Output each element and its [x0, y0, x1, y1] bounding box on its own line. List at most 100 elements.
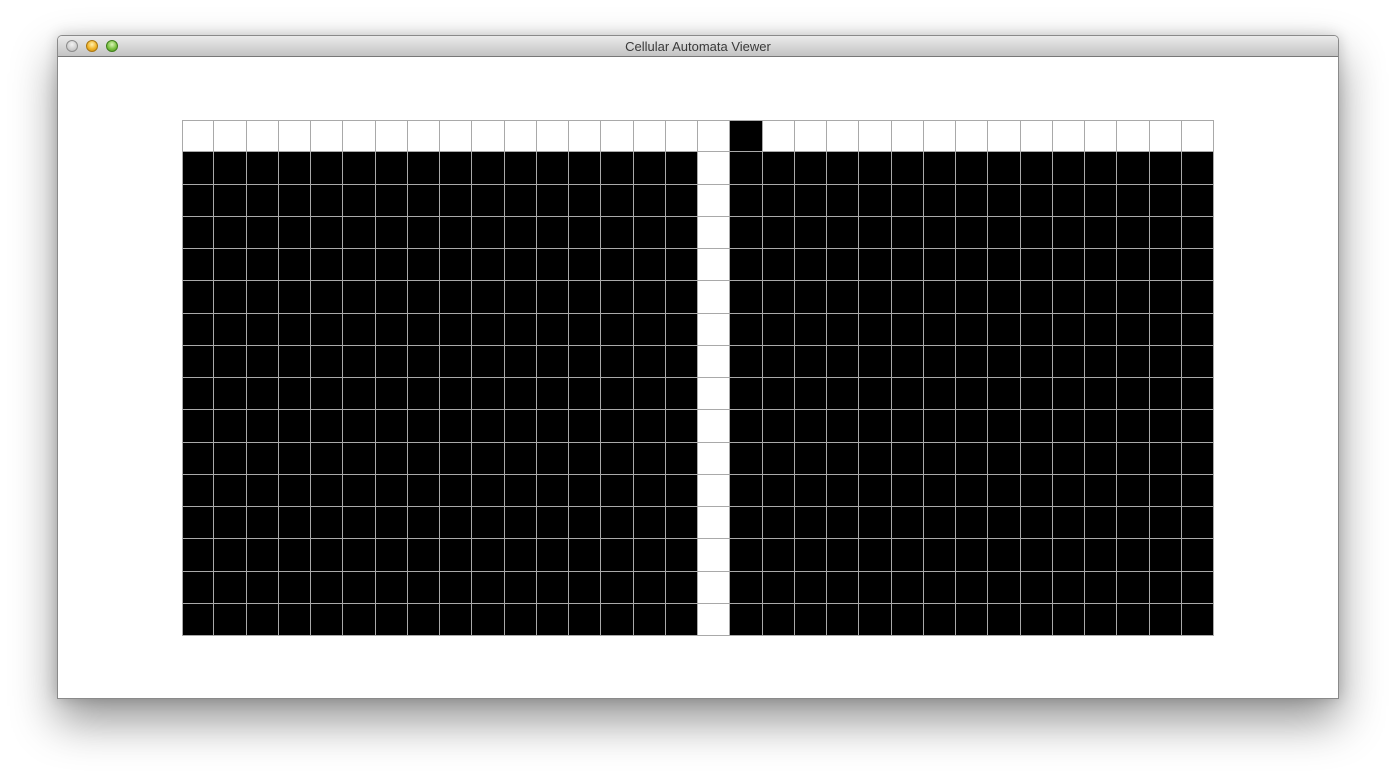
grid-cell: [956, 152, 989, 185]
grid-cell: [923, 249, 956, 282]
grid-cell: [569, 249, 602, 282]
grid-cell: [1052, 184, 1085, 217]
title-bar[interactable]: Cellular Automata Viewer: [58, 36, 1338, 57]
grid-cell: [343, 474, 376, 507]
grid-cell: [407, 313, 440, 346]
grid-cell: [375, 507, 408, 540]
grid-cell: [698, 120, 731, 153]
grid-cell: [1052, 281, 1085, 314]
grid-cell: [891, 281, 924, 314]
grid-cell: [956, 410, 989, 443]
grid-cell: [698, 603, 731, 636]
grid-cell: [1052, 216, 1085, 249]
grid-cell: [1085, 507, 1118, 540]
grid-cell: [246, 603, 279, 636]
grid-cell: [1085, 442, 1118, 475]
grid-cell: [1117, 249, 1150, 282]
grid-cell: [923, 507, 956, 540]
grid-cell: [956, 378, 989, 411]
grid-cell: [343, 184, 376, 217]
grid-cell: [762, 378, 795, 411]
grid-cell: [1117, 603, 1150, 636]
grid-cell: [1052, 410, 1085, 443]
grid-cell: [891, 442, 924, 475]
grid-cell: [536, 378, 569, 411]
grid-cell: [956, 474, 989, 507]
grid-cell: [1020, 539, 1053, 572]
grid-cell: [827, 184, 860, 217]
grid-cell: [1020, 313, 1053, 346]
grid-cell: [988, 603, 1021, 636]
grid-cell: [504, 442, 537, 475]
grid-cell: [762, 184, 795, 217]
grid-cell: [311, 507, 344, 540]
grid-cell: [214, 120, 247, 153]
grid-cell: [311, 152, 344, 185]
grid-cell: [536, 410, 569, 443]
grid-cell: [1149, 345, 1182, 378]
grid-cell: [278, 507, 311, 540]
grid-cell: [1085, 120, 1118, 153]
grid-cell: [504, 281, 537, 314]
grid-cell: [536, 442, 569, 475]
grid-cell: [988, 216, 1021, 249]
grid-cell: [859, 571, 892, 604]
grid-cell: [536, 539, 569, 572]
grid-cell: [1181, 442, 1214, 475]
grid-cell: [536, 281, 569, 314]
grid-cell: [665, 184, 698, 217]
grid-cell: [1020, 507, 1053, 540]
grid-cell: [794, 345, 827, 378]
grid-cell: [794, 120, 827, 153]
grid-cell: [794, 313, 827, 346]
grid-cell: [601, 507, 634, 540]
grid-cell: [665, 120, 698, 153]
grid-cell: [859, 216, 892, 249]
grid-cell: [311, 378, 344, 411]
grid-cell: [762, 249, 795, 282]
grid-cell: [730, 539, 763, 572]
grid-cell: [794, 249, 827, 282]
grid-cell: [762, 603, 795, 636]
grid-cell: [278, 216, 311, 249]
grid-cell: [698, 442, 731, 475]
grid-cell: [214, 249, 247, 282]
grid-cell: [1052, 378, 1085, 411]
grid-cell: [407, 603, 440, 636]
grid-cell: [923, 216, 956, 249]
grid-cell: [698, 216, 731, 249]
grid-cell: [1052, 152, 1085, 185]
grid-cell: [182, 184, 215, 217]
grid-cell: [1020, 571, 1053, 604]
grid-cell: [536, 120, 569, 153]
grid-cell: [278, 184, 311, 217]
grid-cell: [440, 184, 473, 217]
grid-cell: [1181, 345, 1214, 378]
grid-cell: [214, 539, 247, 572]
grid-cell: [1149, 313, 1182, 346]
grid-cell: [988, 281, 1021, 314]
grid-cell: [407, 410, 440, 443]
grid-cell: [859, 184, 892, 217]
grid-cell: [375, 378, 408, 411]
grid-cell: [827, 249, 860, 282]
grid-cell: [504, 216, 537, 249]
grid-cell: [1149, 474, 1182, 507]
grid-cell: [1052, 507, 1085, 540]
grid-cell: [440, 410, 473, 443]
grid-cell: [1181, 603, 1214, 636]
grid-cell: [214, 603, 247, 636]
grid-cell: [859, 120, 892, 153]
grid-cell: [794, 152, 827, 185]
grid-cell: [536, 345, 569, 378]
grid-cell: [923, 410, 956, 443]
grid-cell: [665, 603, 698, 636]
grid-cell: [794, 603, 827, 636]
grid-cell: [278, 410, 311, 443]
grid-cell: [214, 410, 247, 443]
grid-cell: [1020, 474, 1053, 507]
grid-cell: [1149, 281, 1182, 314]
grid-cell: [827, 474, 860, 507]
grid-cell: [311, 313, 344, 346]
grid-cell: [246, 313, 279, 346]
